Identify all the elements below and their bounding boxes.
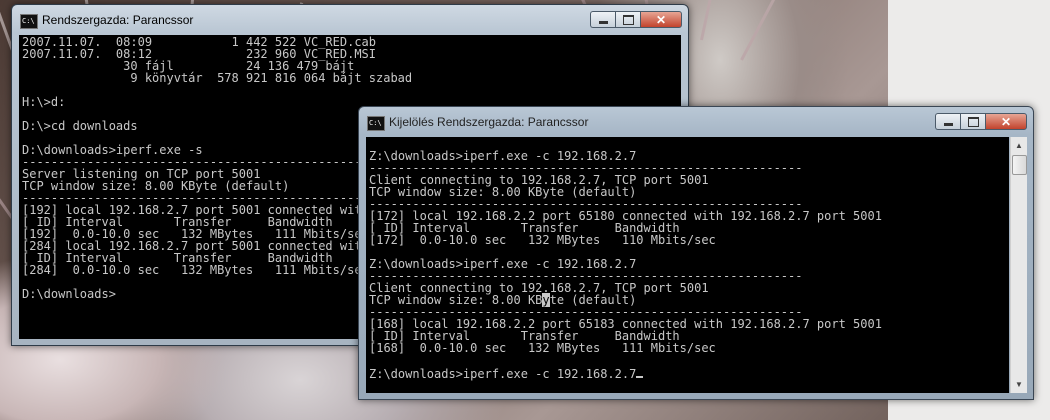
maximize-icon bbox=[622, 14, 634, 25]
close-icon: ✕ bbox=[1000, 114, 1012, 129]
close-button[interactable]: ✕ bbox=[640, 11, 682, 28]
cmd-icon[interactable]: C:\ bbox=[20, 14, 38, 29]
window-title: Rendszergazda: Parancssor bbox=[42, 13, 194, 27]
close-button[interactable]: ✕ bbox=[985, 113, 1027, 130]
wallpaper-petal bbox=[700, 0, 758, 41]
scroll-up-icon[interactable]: ▲ bbox=[1011, 137, 1027, 154]
vertical-scrollbar[interactable]: ▲ ▼ bbox=[1010, 137, 1027, 393]
console-output[interactable]: Z:\downloads>iperf.exe -c 192.168.2.7 --… bbox=[366, 137, 1009, 393]
minimize-icon bbox=[943, 123, 953, 126]
selection-highlight: y bbox=[542, 293, 550, 307]
minimize-button[interactable] bbox=[590, 11, 615, 28]
close-icon: ✕ bbox=[655, 12, 667, 27]
scroll-down-icon[interactable]: ▼ bbox=[1011, 376, 1027, 393]
maximize-button[interactable] bbox=[615, 11, 640, 28]
minimize-icon bbox=[598, 21, 608, 24]
title-bar[interactable]: C:\ Rendszergazda: Parancssor ✕ bbox=[12, 5, 688, 35]
minimize-button[interactable] bbox=[935, 113, 960, 130]
command-prompt-window-front[interactable]: C:\ Kijelölés Rendszergazda: Parancssor … bbox=[358, 106, 1034, 400]
wallpaper-petal bbox=[740, 0, 865, 61]
maximize-button[interactable] bbox=[960, 113, 985, 130]
cmd-icon[interactable]: C:\ bbox=[367, 116, 385, 131]
text-cursor bbox=[636, 366, 644, 378]
window-title: Kijelölés Rendszergazda: Parancssor bbox=[389, 115, 589, 129]
caption-buttons: ✕ bbox=[590, 11, 682, 28]
caption-buttons: ✕ bbox=[935, 113, 1027, 130]
title-bar[interactable]: C:\ Kijelölés Rendszergazda: Parancssor … bbox=[359, 107, 1033, 137]
maximize-icon bbox=[967, 116, 979, 127]
scrollbar-thumb[interactable] bbox=[1012, 155, 1027, 175]
console-text: Z:\downloads>iperf.exe -c 192.168.2.7 --… bbox=[369, 149, 882, 381]
